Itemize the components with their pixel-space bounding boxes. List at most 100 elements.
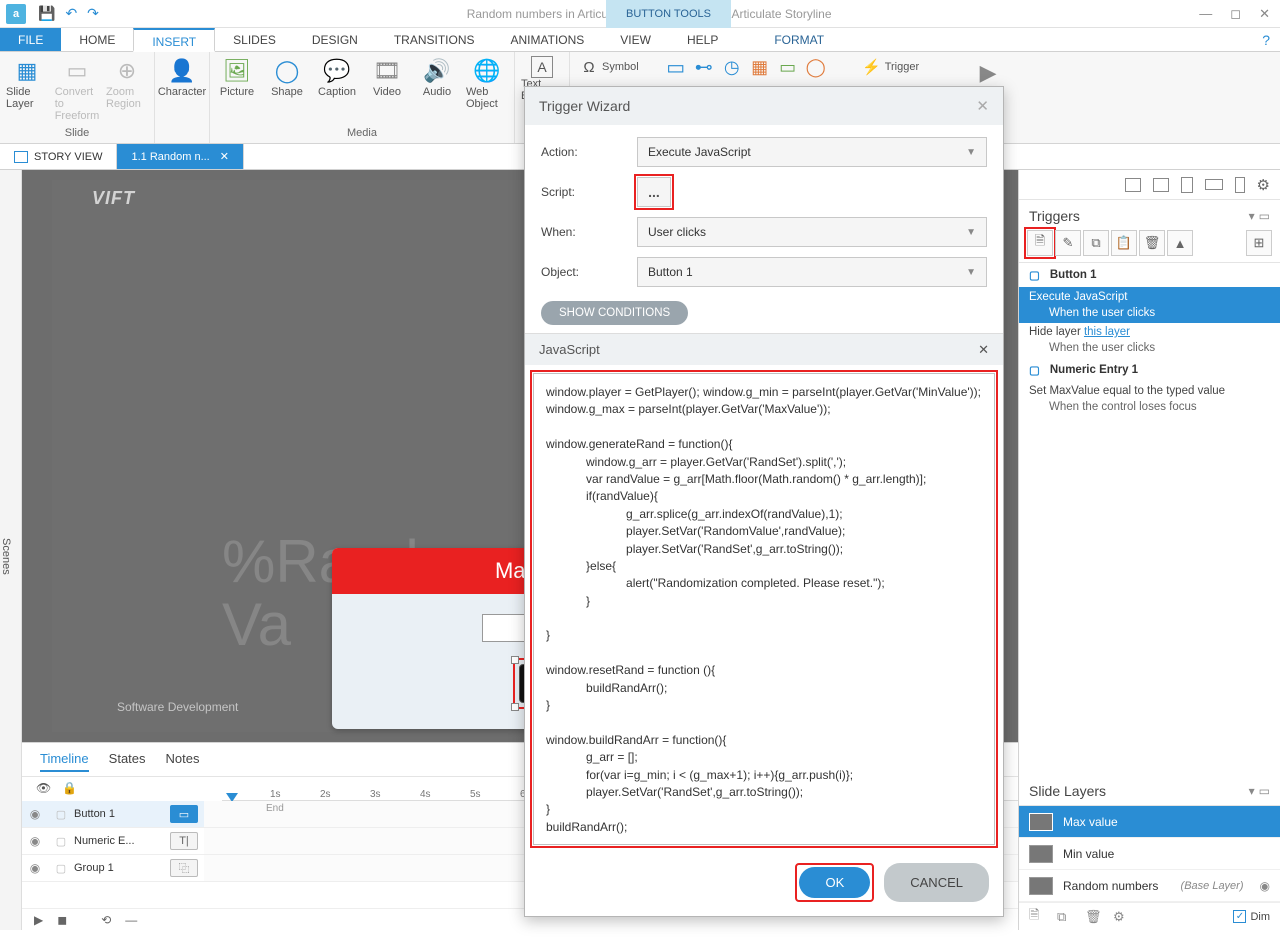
tab-timeline[interactable]: Timeline (40, 751, 89, 772)
delete-trigger-button[interactable]: 🗑 (1139, 230, 1165, 256)
tool-convert-freeform[interactable]: ▭Convert to Freeform (56, 56, 98, 122)
paste-trigger-button[interactable]: 📋 (1111, 230, 1137, 256)
edit-script-button[interactable]: ... (637, 177, 671, 207)
help-icon[interactable]: ? (1262, 28, 1270, 51)
trigger-action-set-max[interactable]: Set MaxValue equal to the typed value (1019, 382, 1280, 399)
trigger-condition[interactable]: When the user clicks (1019, 340, 1280, 358)
ok-button[interactable]: OK (799, 867, 870, 898)
tool-slide-layer[interactable]: ▦Slide Layer (6, 56, 48, 110)
tool-shape[interactable]: ◯Shape (266, 56, 308, 98)
tab-format[interactable]: FORMAT (756, 28, 842, 51)
move-up-button[interactable]: ▲ (1167, 230, 1193, 256)
tool-picture[interactable]: 🖼Picture (216, 56, 258, 98)
close-section-icon[interactable]: ✕ (978, 342, 989, 358)
eye-column-icon[interactable]: 👁 (36, 781, 54, 797)
visibility-toggle[interactable]: ◉ (22, 861, 48, 875)
layer-min-value[interactable]: Min value (1019, 838, 1280, 870)
redo-icon[interactable]: ↷ (87, 5, 99, 22)
copy-trigger-button[interactable]: ⧉ (1083, 230, 1109, 256)
tab-help[interactable]: HELP (669, 28, 736, 51)
resize-handle[interactable] (511, 656, 519, 664)
resize-handle[interactable] (511, 703, 519, 711)
layer-properties-button[interactable]: ⚙ (1113, 909, 1133, 925)
tab-slide-1-1[interactable]: 1.1 Random n...✕ (117, 144, 244, 169)
desktop-icon[interactable] (1125, 178, 1141, 192)
input-icon[interactable]: ▭ (779, 58, 797, 76)
stop-icon[interactable]: ◼ (57, 913, 67, 927)
new-trigger-button[interactable]: 🗎 (1027, 230, 1053, 256)
trigger-object-numeric[interactable]: Numeric Entry 1 (1019, 358, 1280, 382)
duplicate-layer-button[interactable]: ⧉ (1057, 909, 1077, 925)
tab-insert[interactable]: INSERT (133, 28, 215, 52)
tab-design[interactable]: DESIGN (294, 28, 376, 51)
slider-icon[interactable]: ⊷ (695, 58, 713, 76)
lock-toggle[interactable]: ▢ (48, 808, 74, 821)
trigger-object-button1[interactable]: Button 1 (1019, 263, 1280, 287)
tool-video[interactable]: 🎞Video (366, 56, 408, 98)
context-tab-button-tools[interactable]: BUTTON TOOLS (606, 0, 731, 28)
panel-menu-icon[interactable]: ▭ (1259, 784, 1270, 798)
tab-file[interactable]: FILE (0, 28, 61, 51)
object-dropdown[interactable]: Button 1▼ (637, 257, 987, 287)
javascript-editor[interactable]: window.player = GetPlayer(); window.g_mi… (533, 373, 995, 845)
tab-notes[interactable]: Notes (166, 751, 200, 772)
scenes-panel-collapsed[interactable]: Scenes (0, 170, 22, 930)
trigger-action-exec-js[interactable]: Execute JavaScript (1019, 287, 1280, 305)
dial-icon[interactable]: ◷ (723, 58, 741, 76)
tablet-landscape-icon[interactable] (1153, 178, 1169, 192)
visibility-toggle[interactable]: ◉ (22, 834, 48, 848)
button-icon[interactable]: ▭ (667, 58, 685, 76)
trigger-condition[interactable]: When the user clicks (1019, 305, 1280, 323)
gear-icon[interactable]: ⚙ (1257, 176, 1270, 194)
tab-animations[interactable]: ANIMATIONS (493, 28, 603, 51)
marker-icon[interactable]: ◯ (807, 58, 825, 76)
close-tab-icon[interactable]: ✕ (220, 150, 229, 163)
minimize-icon[interactable]: — (1199, 6, 1212, 22)
delete-layer-button[interactable]: 🗑 (1085, 909, 1105, 925)
new-layer-button[interactable]: 🗎 (1029, 906, 1049, 928)
play-icon[interactable]: ▶ (34, 913, 43, 927)
tab-states[interactable]: States (109, 751, 146, 772)
rewind-icon[interactable]: ⟲ (101, 913, 111, 927)
close-icon[interactable]: ✕ (1259, 6, 1270, 22)
tab-transitions[interactable]: TRANSITIONS (376, 28, 493, 51)
tool-caption[interactable]: 💬Caption (316, 56, 358, 98)
lock-toggle[interactable]: ▢ (48, 862, 74, 875)
trigger-condition[interactable]: When the control loses focus (1019, 399, 1280, 417)
hotspot-icon[interactable]: ▦ (751, 58, 769, 76)
tool-character[interactable]: 👤Character (161, 56, 203, 98)
this-layer-link[interactable]: this layer (1084, 326, 1130, 338)
tool-symbol[interactable]: ΩΩ SymbolSymbol (580, 58, 639, 76)
tab-home[interactable]: HOME (61, 28, 133, 51)
trigger-action-hide-layer[interactable]: Hide layer this layer (1019, 323, 1280, 340)
tool-web-object[interactable]: 🌐Web Object (466, 56, 508, 110)
show-conditions-button[interactable]: SHOW CONDITIONS (541, 301, 688, 325)
tab-view[interactable]: VIEW (602, 28, 669, 51)
cancel-button[interactable]: CANCEL (884, 863, 989, 902)
layer-max-value[interactable]: Max value (1019, 806, 1280, 838)
tab-slides[interactable]: SLIDES (215, 28, 294, 51)
save-icon[interactable]: 💾 (38, 5, 55, 22)
dim-checkbox[interactable]: ✓ (1233, 910, 1246, 923)
layer-base[interactable]: Random numbers(Base Layer)◉ (1019, 870, 1280, 902)
maximize-icon[interactable]: ◻ (1230, 6, 1241, 22)
tool-zoom-region[interactable]: ⊕Zoom Region (106, 56, 148, 110)
eye-icon[interactable]: ◉ (1260, 879, 1270, 893)
tab-story-view[interactable]: STORY VIEW (0, 144, 117, 169)
phone-portrait-icon[interactable] (1235, 177, 1245, 193)
edit-trigger-button[interactable]: ✎ (1055, 230, 1081, 256)
lock-toggle[interactable]: ▢ (48, 835, 74, 848)
dialog-titlebar[interactable]: Trigger Wizard ✕ (525, 87, 1003, 125)
zoom-out-icon[interactable]: — (125, 913, 137, 927)
close-dialog-icon[interactable]: ✕ (976, 97, 989, 115)
visibility-toggle[interactable]: ◉ (22, 807, 48, 821)
tool-audio[interactable]: 🔊Audio (416, 56, 458, 98)
action-dropdown[interactable]: Execute JavaScript▼ (637, 137, 987, 167)
panel-menu-icon[interactable]: ▭ (1259, 209, 1270, 223)
undo-icon[interactable]: ↶ (65, 5, 77, 22)
tool-player[interactable]: ▶ (967, 58, 1009, 88)
collapse-icon[interactable]: ▾ (1249, 784, 1255, 798)
when-dropdown[interactable]: User clicks▼ (637, 217, 987, 247)
tool-trigger[interactable]: ⚡Trigger (863, 58, 919, 76)
variables-button[interactable]: ⊞ (1246, 230, 1272, 256)
